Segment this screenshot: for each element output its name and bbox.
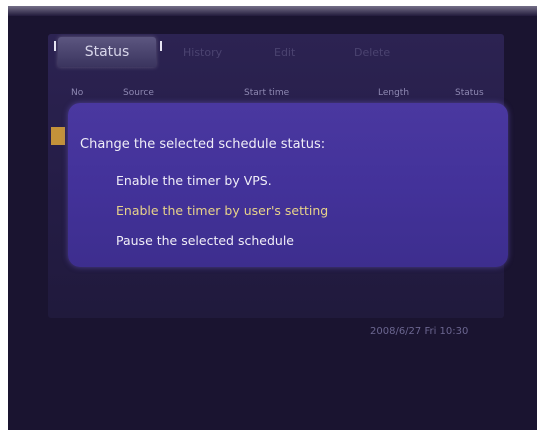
dialog-title: Change the selected schedule status:: [80, 137, 326, 152]
column-headers: No Source Start time Length Status: [48, 88, 504, 104]
date-time: 2008/6/27 Fri 10:30: [370, 326, 469, 337]
column-header-length: Length: [378, 88, 410, 98]
column-header-source: Source: [123, 88, 154, 98]
tab-status[interactable]: Status: [58, 37, 156, 67]
column-header-status: Status: [455, 88, 484, 98]
tab-tick-right: [160, 41, 162, 51]
tab-history[interactable]: History: [183, 46, 222, 59]
column-header-start-time: Start time: [244, 88, 290, 98]
column-header-no: No: [71, 88, 84, 98]
option-enable-by-vps[interactable]: Enable the timer by VPS.: [116, 173, 272, 188]
tab-bar: Status History Edit Delete: [48, 34, 504, 74]
option-pause-schedule[interactable]: Pause the selected schedule: [116, 233, 294, 248]
tab-tick-left: [54, 41, 56, 51]
tv-screen: Status History Edit Delete No Source Sta…: [8, 6, 537, 430]
status-dialog: Change the selected schedule status: Ena…: [68, 103, 508, 267]
tab-delete[interactable]: Delete: [354, 46, 390, 59]
selected-row-marker[interactable]: [51, 127, 65, 145]
top-glow: [8, 6, 537, 16]
tab-edit[interactable]: Edit: [274, 46, 295, 59]
option-enable-by-user-setting[interactable]: Enable the timer by user's setting: [116, 203, 328, 218]
